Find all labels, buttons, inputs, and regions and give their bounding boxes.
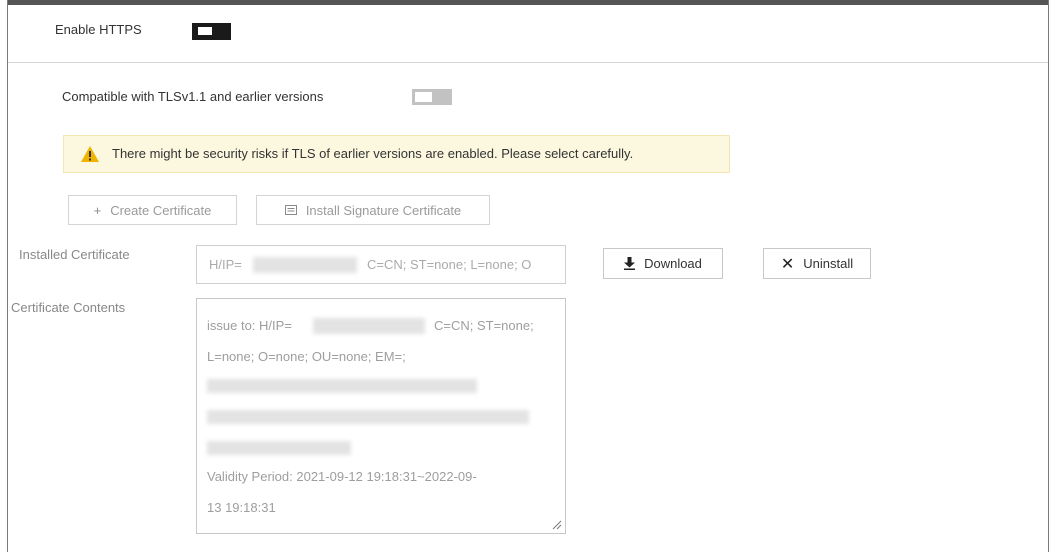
- issue-to-prefix: issue to: H/IP=: [207, 318, 292, 333]
- download-button[interactable]: Download: [603, 248, 723, 279]
- certificate-line-2: L=none; O=none; OU=none; EM=;: [207, 349, 406, 364]
- validity-period-line-1: Validity Period: 2021-09-12 19:18:31~202…: [207, 469, 477, 484]
- redacted-ip: [253, 257, 357, 273]
- close-icon: ✕: [780, 255, 795, 273]
- enable-https-toggle[interactable]: [192, 23, 231, 40]
- enable-https-label: Enable HTTPS: [55, 22, 142, 37]
- tls-compat-label: Compatible with TLSv1.1 and earlier vers…: [62, 89, 324, 104]
- toggle-knob: [198, 27, 212, 35]
- download-icon: [624, 257, 636, 270]
- https-settings-page: Enable HTTPS Compatible with TLSv1.1 and…: [0, 0, 1057, 552]
- tls-compat-toggle[interactable]: [412, 89, 452, 105]
- section-divider: [8, 62, 1048, 63]
- redacted-line: [207, 410, 529, 424]
- installed-certificate-label: Installed Certificate: [19, 247, 130, 262]
- resize-handle-icon[interactable]: [552, 520, 562, 530]
- warning-triangle-icon: [81, 146, 99, 162]
- redacted-line: [207, 379, 477, 393]
- plus-icon: +: [93, 202, 102, 218]
- redacted-line: [207, 441, 351, 455]
- window-top-border: [7, 0, 1049, 5]
- install-signature-certificate-button[interactable]: Install Signature Certificate: [256, 195, 490, 225]
- installed-certificate-field[interactable]: H/IP= C=CN; ST=none; L=none; O: [196, 245, 566, 284]
- issue-to-suffix: C=CN; ST=none;: [434, 318, 534, 333]
- install-signature-certificate-label: Install Signature Certificate: [305, 202, 462, 218]
- validity-period-line-2: 13 19:18:31: [207, 500, 276, 515]
- certificate-list-icon: [284, 205, 297, 215]
- window-right-border: [1048, 0, 1049, 552]
- toggle-knob: [415, 92, 432, 102]
- uninstall-label: Uninstall: [803, 256, 854, 271]
- certificate-contents-textarea[interactable]: issue to: H/IP= C=CN; ST=none; L=none; O…: [196, 298, 566, 534]
- security-warning-banner: There might be security risks if TLS of …: [63, 135, 730, 173]
- installed-certificate-suffix: C=CN; ST=none; L=none; O: [367, 257, 532, 272]
- certificate-contents-label: Certificate Contents: [11, 300, 126, 315]
- warning-text: There might be security risks if TLS of …: [112, 146, 634, 161]
- redacted-ip: [313, 318, 425, 334]
- window-left-border: [7, 0, 8, 552]
- create-certificate-button[interactable]: + Create Certificate: [68, 195, 237, 225]
- uninstall-button[interactable]: ✕ Uninstall: [763, 248, 871, 279]
- download-label: Download: [644, 256, 702, 271]
- installed-certificate-prefix: H/IP=: [209, 257, 242, 272]
- create-certificate-label: Create Certificate: [110, 202, 212, 218]
